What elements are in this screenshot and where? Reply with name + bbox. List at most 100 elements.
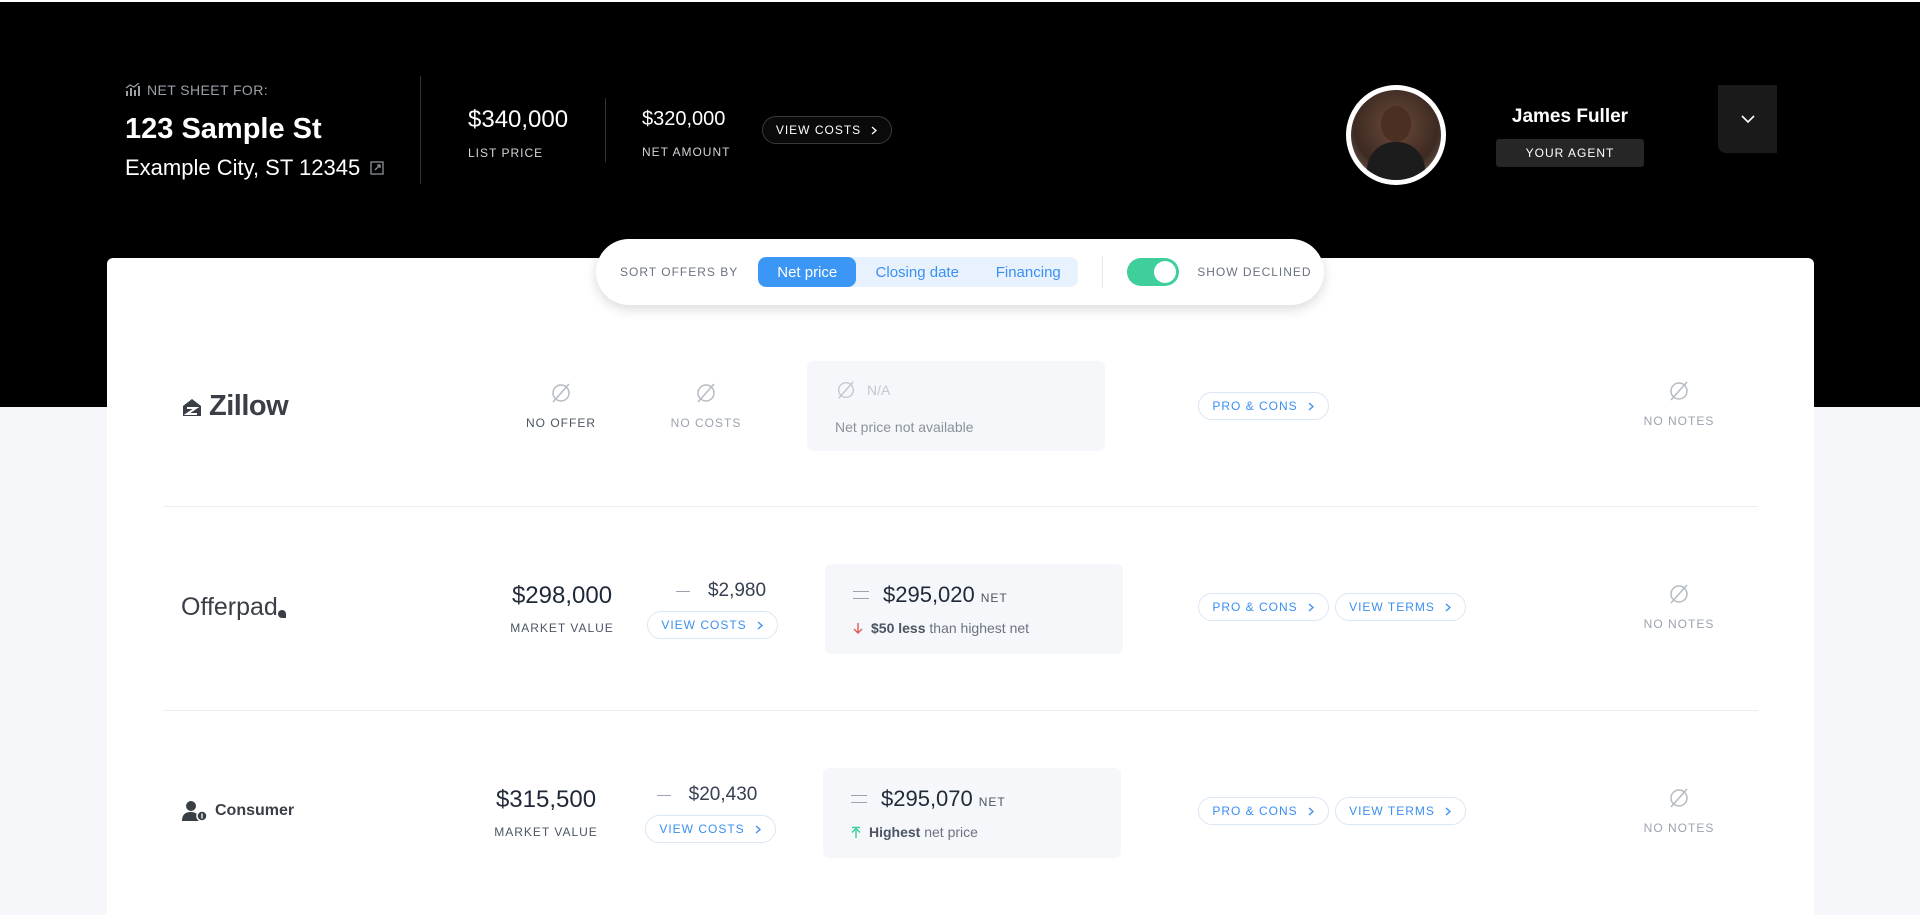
net-price-box: N/A Net price not available: [807, 361, 1105, 451]
header-divider: [420, 76, 421, 184]
agent-photo-body: [1367, 142, 1425, 180]
pros-cons-label: PRO & CONS: [1212, 399, 1298, 413]
equals-icon: [851, 795, 867, 803]
net-diff: $50 less than highest net: [853, 620, 1029, 636]
no-notes-label: NO NOTES: [1643, 821, 1715, 835]
market-value: $298,000: [511, 582, 613, 609]
net-value: $295,020: [883, 582, 975, 607]
minus-icon: [675, 591, 690, 593]
top-edge: [0, 0, 1920, 2]
null-icon: [837, 381, 855, 399]
sort-option-closing-date[interactable]: Closing date: [856, 257, 978, 287]
sort-segmented-control: Net price Closing date Financing: [758, 257, 1079, 287]
consumer-logo: Consumer: [181, 800, 294, 822]
toggle-knob: [1154, 261, 1177, 283]
agent-name: James Fuller: [1511, 106, 1629, 127]
company-name: Consumer: [215, 802, 295, 819]
zillow-icon: [183, 398, 201, 416]
chevron-right-icon: [1308, 402, 1314, 410]
sort-option-financing[interactable]: Financing: [978, 257, 1078, 287]
row-divider: [163, 506, 1758, 507]
costs-cell: $2,980: [647, 580, 795, 602]
no-notes-label: NO NOTES: [1643, 414, 1715, 428]
view-costs-button[interactable]: VIEW COSTS: [647, 611, 778, 639]
net-na-text: N/A: [867, 382, 891, 398]
equals-icon: [853, 591, 869, 599]
consumer-icon: [182, 801, 208, 822]
show-declined-label: SHOW DECLINED: [1197, 265, 1312, 279]
net-amount-value: $320,000: [642, 108, 726, 130]
offer-cell: NO OFFER: [501, 381, 621, 430]
notes-cell: NO NOTES: [1619, 582, 1739, 631]
view-terms-button[interactable]: VIEW TERMS: [1335, 593, 1466, 621]
net-value: $295,070: [881, 786, 973, 811]
costs-line: $20,430: [633, 784, 781, 806]
null-icon: [552, 383, 570, 403]
arrow-down-icon: [853, 622, 863, 634]
net-line: $295,070 NET: [851, 786, 1006, 812]
net-diff-text: net price: [924, 824, 978, 840]
chevron-right-icon: [1308, 603, 1314, 611]
pros-cons-label: PRO & CONS: [1212, 600, 1298, 614]
offer-row-consumer: Consumer $315,500 MARKET VALUE $20,430 V…: [107, 712, 1814, 915]
list-price-value: $340,000: [468, 106, 569, 133]
address-line2: Example City, ST 12345: [125, 155, 384, 181]
zillow-logo: Zillow: [181, 390, 289, 423]
company-name: Zillow: [209, 390, 289, 422]
chevron-right-icon: [1445, 807, 1451, 815]
list-price-block: $340,000 LIST PRICE: [468, 106, 568, 160]
chevron-right-icon: [871, 126, 878, 134]
pros-cons-button[interactable]: PRO & CONS: [1198, 593, 1329, 621]
pros-cons-button[interactable]: PRO & CONS: [1198, 392, 1329, 420]
chevron-right-icon: [755, 825, 761, 833]
net-diff-text: than highest net: [929, 620, 1030, 636]
costs-cell: $20,430: [633, 784, 781, 806]
view-costs-label: VIEW COSTS: [659, 822, 745, 836]
header-dropdown-button[interactable]: [1718, 85, 1777, 153]
address-line2-text: Example City, ST 12345: [125, 155, 361, 180]
net-not-available-text: Net price not available: [835, 419, 974, 435]
header-divider: [605, 98, 606, 162]
notes-cell: NO NOTES: [1619, 379, 1739, 428]
show-declined-toggle[interactable]: [1127, 258, 1180, 286]
market-value-label: MARKET VALUE: [494, 825, 598, 839]
net-price-box: $295,070 NET Highest net price: [823, 768, 1121, 858]
chevron-down-icon: [1740, 115, 1755, 124]
offer-row-zillow: Zillow NO OFFER NO COSTS N/A Net price n…: [107, 305, 1814, 508]
pros-cons-button[interactable]: PRO & CONS: [1198, 797, 1329, 825]
sort-option-net-price[interactable]: Net price: [758, 257, 857, 287]
agent-photo-head: [1381, 106, 1411, 142]
view-terms-button[interactable]: VIEW TERMS: [1335, 797, 1466, 825]
chevron-right-icon: [1308, 807, 1314, 815]
row-divider: [163, 710, 1758, 711]
address-line1: 123 Sample St: [125, 113, 322, 145]
agent-badge: YOUR AGENT: [1496, 139, 1644, 167]
list-price-label: LIST PRICE: [468, 146, 544, 160]
offer-row-offerpad: Offerpad $298,000 MARKET VALUE $2,980 VI…: [107, 508, 1814, 711]
no-notes-label: NO NOTES: [1643, 617, 1715, 631]
market-value-cell: $298,000 MARKET VALUE: [487, 582, 637, 635]
null-icon: [697, 383, 715, 403]
view-costs-button[interactable]: VIEW COSTS: [645, 815, 776, 843]
chevron-right-icon: [757, 621, 763, 629]
view-costs-button[interactable]: VIEW COSTS: [762, 116, 892, 144]
company-name: Offerpad: [181, 593, 278, 621]
offerpad-logo: Offerpad: [181, 593, 286, 622]
net-label: NET: [978, 795, 1006, 809]
view-terms-label: VIEW TERMS: [1349, 804, 1435, 818]
view-terms-label: VIEW TERMS: [1349, 600, 1435, 614]
net-diff-amount: Highest: [869, 824, 921, 840]
minus-icon: [656, 795, 671, 797]
external-link-icon[interactable]: [370, 161, 384, 175]
agent-avatar: [1346, 85, 1446, 185]
sort-bar-divider: [1102, 256, 1104, 288]
net-amount-block: $320,000 NET AMOUNT: [642, 108, 730, 159]
view-costs-label: VIEW COSTS: [775, 123, 862, 137]
chevron-right-icon: [1445, 603, 1451, 611]
null-icon: [1670, 584, 1688, 604]
pros-cons-label: PRO & CONS: [1212, 804, 1298, 818]
costs-cell: NO COSTS: [646, 381, 766, 430]
costs-value: $20,430: [688, 784, 758, 805]
view-costs-label: VIEW COSTS: [661, 618, 747, 632]
net-line: $295,020 NET: [853, 582, 1008, 608]
